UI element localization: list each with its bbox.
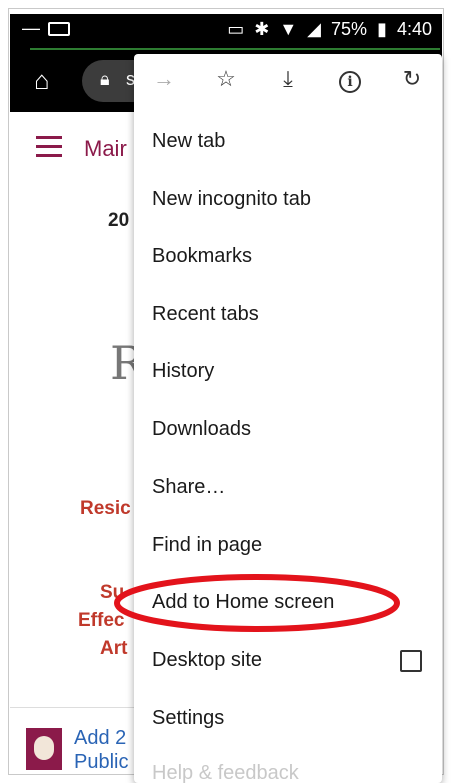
menu-item-help-feedback[interactable]: Help & feedback (152, 762, 299, 783)
menu-item-desktop-site[interactable]: Desktop site (152, 649, 262, 672)
status-left-icons: — (22, 18, 70, 39)
overflow-menu: → ☆ ⤓ i ↻ New tab New incognito tab Book… (134, 54, 442, 783)
hamburger-icon[interactable] (36, 136, 62, 158)
page-footer-line2: Public (74, 751, 129, 773)
clock: 4:40 (396, 19, 432, 39)
menu-top-row: → ☆ ⤓ i ↻ (134, 54, 442, 112)
page-red-text[interactable]: Art (100, 638, 127, 660)
thumbnail-image[interactable] (26, 728, 62, 770)
page-red-text[interactable]: Resic (80, 498, 131, 520)
battery-percent: 75% (331, 19, 368, 39)
page-header-label[interactable]: Mair (84, 136, 127, 162)
info-icon[interactable]: i (334, 66, 366, 93)
minus-icon: — (22, 18, 40, 38)
download-icon[interactable]: ⤓ (272, 66, 304, 92)
home-icon[interactable]: ⌂ (34, 65, 50, 96)
menu-item-new-incognito-tab[interactable]: New incognito tab (152, 188, 311, 211)
page-year: 20 (108, 210, 130, 231)
menu-item-downloads[interactable]: Downloads (152, 418, 251, 441)
menu-item-new-tab[interactable]: New tab (152, 130, 225, 153)
page-footer-line1: Add 2 (74, 727, 127, 749)
lock-icon: 🔒︎ (100, 69, 110, 89)
menu-item-find-in-page[interactable]: Find in page (152, 534, 262, 557)
status-right: ▭ ✱ ▼ ◢ 75% ▮ 4:40 (227, 19, 432, 40)
pulse-icon (48, 22, 70, 37)
menu-item-history[interactable]: History (152, 360, 214, 383)
menu-item-share[interactable]: Share… (152, 476, 225, 499)
menu-item-bookmarks[interactable]: Bookmarks (152, 245, 252, 268)
star-icon[interactable]: ☆ (210, 66, 242, 92)
desktop-site-checkbox[interactable] (400, 650, 422, 672)
page-footer-link[interactable]: Add 2 Public (74, 726, 128, 774)
battery-icon: ▮ (377, 19, 387, 39)
reload-icon[interactable]: ↻ (396, 66, 428, 92)
status-bar: — ▭ ✱ ▼ ◢ 75% ▮ 4:40 (10, 14, 442, 50)
cast-icon: ▭ (227, 19, 245, 39)
bluetooth-icon: ✱ (254, 19, 270, 39)
wifi-icon: ▼ (279, 19, 298, 39)
signal-icon: ◢ (307, 19, 322, 39)
menu-item-recent-tabs[interactable]: Recent tabs (152, 303, 259, 326)
annotation-ellipse (114, 574, 400, 632)
menu-item-settings[interactable]: Settings (152, 707, 224, 730)
forward-icon[interactable]: → (148, 66, 180, 92)
